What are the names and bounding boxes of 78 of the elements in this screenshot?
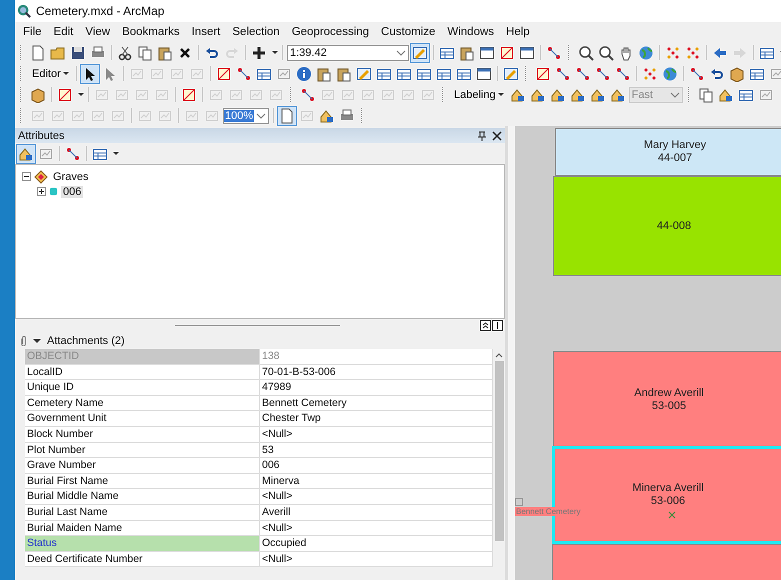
package-icon[interactable] <box>29 86 47 104</box>
menu-item[interactable]: Selection <box>226 26 286 38</box>
field-value-cell[interactable]: <Null> <box>260 552 493 568</box>
info-icon[interactable] <box>294 64 313 82</box>
zoom-icon[interactable] <box>577 44 595 62</box>
copy-icon[interactable] <box>136 44 154 62</box>
parcel-label: Minerva Averill 53-006 <box>632 482 704 508</box>
collapse-icon[interactable] <box>22 172 31 181</box>
menu-item[interactable]: Windows <box>441 26 500 38</box>
field-value-cell[interactable]: Averill <box>260 504 493 521</box>
field-name-cell[interactable]: Burial Last Name <box>25 504 260 521</box>
field-name-cell[interactable]: Burial Middle Name <box>25 489 260 505</box>
field-value-cell[interactable]: Occupied <box>260 536 493 552</box>
window-title: Cemetery.mxd - ArcMap <box>36 4 164 18</box>
grave-parcel[interactable]: Mary Harvey 44-007 <box>555 128 781 176</box>
globe-icon[interactable] <box>660 64 679 82</box>
field-value-cell[interactable]: Chester Twp <box>260 411 493 427</box>
expand-icon[interactable] <box>37 187 46 196</box>
field-name-cell[interactable]: Status <box>25 536 260 552</box>
field-name-cell[interactable]: Burial Maiden Name <box>25 520 260 536</box>
menu-item[interactable]: Customize <box>375 26 442 38</box>
zoom-dropdown[interactable]: 100% <box>223 108 269 124</box>
pointer-icon[interactable] <box>80 64 99 82</box>
layer-icon <box>34 170 48 184</box>
field-value-cell[interactable]: <Null> <box>260 520 493 536</box>
labeling-menu[interactable]: Labeling <box>451 86 507 104</box>
field-name-cell[interactable]: Plot Number <box>25 442 260 458</box>
caret-down-icon[interactable] <box>33 336 41 344</box>
field-value-cell[interactable]: 53 <box>260 442 493 458</box>
menu-item[interactable]: Help <box>500 26 536 38</box>
menu-item[interactable]: Bookmarks <box>116 26 186 38</box>
centroid-cross-icon <box>668 511 676 519</box>
field-name-cell[interactable]: Unique ID <box>25 380 260 396</box>
bar-icon[interactable] <box>492 320 503 331</box>
package-icon[interactable] <box>728 64 746 82</box>
menu-item[interactable]: File <box>17 26 48 38</box>
close-icon[interactable] <box>492 130 502 140</box>
field-value-cell[interactable]: Minerva <box>260 474 493 490</box>
field-name-cell[interactable]: Deed Certificate Number <box>25 552 260 568</box>
field-value-cell[interactable]: 47989 <box>260 380 493 396</box>
field-name-cell[interactable]: Government Unit <box>25 411 260 427</box>
field-value-cell[interactable]: 70-01-B-53-006 <box>260 364 493 380</box>
field-name-cell[interactable]: Burial First Name <box>25 474 260 490</box>
menu-item[interactable]: View <box>79 26 116 38</box>
parcel-label: 44-008 <box>656 220 692 232</box>
stack-icon[interactable] <box>480 320 491 331</box>
editor-menu[interactable]: Editor <box>29 64 72 82</box>
field-value-cell[interactable]: <Null> <box>260 489 493 505</box>
tree-item[interactable]: Graves <box>51 170 90 182</box>
scale-dropdown[interactable]: 1:39.42 <box>287 44 409 60</box>
field-value-cell[interactable]: Bennett Cemetery <box>260 396 493 412</box>
grave-parcel[interactable]: 44-008 <box>553 176 781 276</box>
cemetery-label: Bennett Cemetery <box>515 507 582 516</box>
field-value-cell[interactable]: <Null> <box>260 426 493 443</box>
menu-item[interactable]: Geoprocessing <box>286 26 376 38</box>
menu-item[interactable]: Insert <box>186 26 226 38</box>
feature-icon <box>49 187 58 196</box>
cemetery-marker-icon <box>515 498 523 506</box>
field-name-cell[interactable]: Grave Number <box>25 458 260 474</box>
zoom-icon[interactable] <box>597 44 615 62</box>
paperclip-icon <box>21 335 27 346</box>
grave-parcel[interactable]: Andrew Averill 53-005 <box>553 351 781 448</box>
parcel-label: Mary Harvey 44-007 <box>644 139 706 165</box>
sketch-icon[interactable] <box>411 44 429 62</box>
field-name-cell[interactable]: Block Number <box>25 426 260 443</box>
field-value-cell[interactable]: 006 <box>260 458 493 474</box>
field-name-cell[interactable]: LocalID <box>25 364 260 380</box>
globe-icon[interactable] <box>637 44 655 62</box>
tree-item[interactable]: 006 <box>61 186 84 198</box>
attachments-label: Attachments (2) <box>47 334 125 346</box>
panel-title: Attributes <box>18 130 66 142</box>
field-name-cell[interactable]: Cemetery Name <box>25 396 260 412</box>
new-page-icon[interactable] <box>278 106 296 124</box>
copy-icon[interactable] <box>696 86 715 104</box>
label-icon[interactable] <box>17 144 35 162</box>
pin-icon[interactable] <box>477 130 487 140</box>
parcel-label: Andrew Averill 53-005 <box>634 386 704 412</box>
menu-item[interactable]: Edit <box>48 26 80 38</box>
